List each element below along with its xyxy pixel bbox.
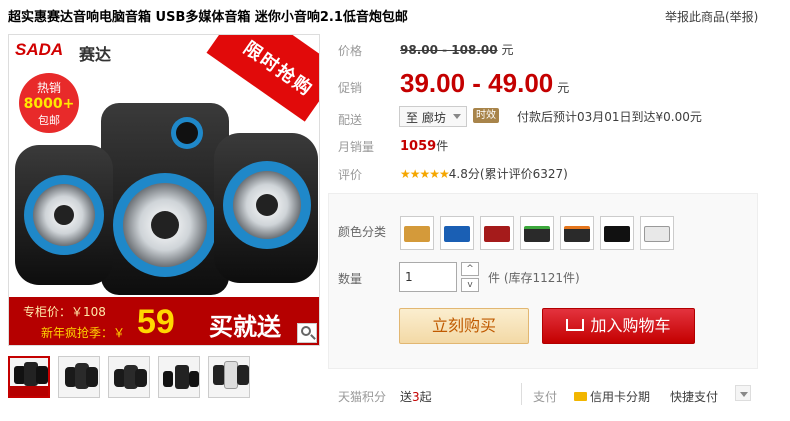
color-swatch-orange[interactable]: [560, 216, 594, 250]
thumbnail-5[interactable]: [208, 356, 250, 398]
points-value-prefix: 送: [400, 390, 413, 404]
chevron-down-icon: [740, 392, 748, 397]
brand-cn: 赛达: [79, 45, 112, 64]
thumbnail-4[interactable]: [158, 356, 200, 398]
zoom-icon[interactable]: [297, 323, 317, 343]
promo-price-value: 39.00 - 49.00: [400, 68, 554, 98]
star-rating-icon: ★★★★★: [400, 167, 450, 181]
delivery-info: 付款后预计03月01日到达¥0.00元: [517, 110, 702, 124]
color-swatch-red[interactable]: [480, 216, 514, 250]
free-ship-label: 包邮: [38, 114, 60, 127]
report-link[interactable]: 举报此商品(举报): [665, 8, 758, 25]
points-value-suffix: 起: [419, 390, 432, 404]
price-label: 价格: [338, 44, 363, 58]
monthly-sales-unit: 件: [436, 139, 449, 153]
promo-price-unit: 元: [557, 81, 570, 95]
color-swatch-black[interactable]: [600, 216, 634, 250]
main-product-image[interactable]: SADA 赛达 限时抢购 热销 8000+ 包邮 专柜价：￥108 新年疯抢季：…: [8, 34, 320, 346]
quantity-decrease-button[interactable]: v: [461, 278, 479, 292]
color-swatch-gold[interactable]: [400, 216, 434, 250]
original-price: 98.00 - 108.00 元: [400, 41, 513, 58]
monthly-sales-label: 月销量: [338, 140, 375, 154]
quantity-increase-button[interactable]: ^: [461, 262, 479, 276]
points-row: 天猫积分 送3起: [338, 388, 432, 405]
color-swatch-green[interactable]: [520, 216, 554, 250]
hot-sale-count: 8000+: [23, 96, 75, 112]
counter-price: 专柜价：￥108: [23, 305, 106, 319]
divider: [521, 383, 522, 405]
rating[interactable]: ★★★★★4.8分(累计评价6327): [400, 165, 568, 182]
monthly-sales: 1059件: [400, 137, 448, 154]
hot-sale-badge: 热销 8000+ 包邮: [19, 73, 79, 133]
thumbnail-strip: [8, 356, 250, 398]
original-price-value: 98.00 - 108.00: [400, 43, 498, 57]
thumbnail-2[interactable]: [58, 356, 100, 398]
add-to-cart-button[interactable]: 加入购物车: [542, 308, 695, 344]
delivery-location-select[interactable]: 至 廊坊: [399, 106, 467, 127]
delivery-location-value: 至 廊坊: [406, 111, 446, 125]
promo-label: 促销: [338, 81, 363, 95]
hot-sale-label: 热销: [36, 81, 61, 95]
original-price-unit: 元: [501, 43, 514, 57]
chevron-down-icon: [453, 114, 461, 119]
color-swatches: [400, 216, 674, 250]
delivery-time-badge: 时效: [473, 108, 499, 123]
rating-score: 4.8分(累计评价6327): [448, 167, 568, 181]
monthly-sales-count: 1059: [400, 139, 437, 154]
promo-price: 39.00 - 49.00 元: [400, 68, 569, 99]
cart-icon: [566, 318, 585, 331]
brand-logo: SADA: [15, 40, 64, 59]
add-to-cart-label: 加入购物车: [590, 316, 671, 335]
color-swatch-blue[interactable]: [440, 216, 474, 250]
points-value: 送3起: [400, 390, 432, 404]
credit-card-installment[interactable]: 信用卡分期: [574, 388, 650, 405]
color-swatch-white[interactable]: [640, 216, 674, 250]
credit-card-label: 信用卡分期: [590, 390, 651, 404]
product-title: 超实惠赛达音响电脑音箱 USB多媒体音箱 迷你小音响2.1低音炮包邮: [8, 10, 408, 25]
rating-label: 评价: [338, 168, 363, 182]
quick-pay[interactable]: 快捷支付: [670, 388, 718, 405]
delivery-label: 配送: [338, 113, 363, 127]
quantity-input[interactable]: 1: [399, 262, 457, 292]
big-promo-price: 59: [137, 303, 175, 341]
thumbnail-3[interactable]: [108, 356, 150, 398]
new-year-price-label: 新年疯抢季：￥: [41, 326, 126, 340]
color-label: 颜色分类: [338, 225, 387, 239]
payment-more-button[interactable]: [735, 385, 751, 401]
credit-card-icon: [574, 392, 587, 401]
quantity-label: 数量: [338, 272, 363, 286]
points-label: 天猫积分: [338, 390, 387, 404]
points-value-number: 3: [412, 390, 420, 404]
buy-now-button[interactable]: 立刻购买: [399, 308, 529, 344]
thumbnail-1[interactable]: [8, 356, 50, 398]
buy-send-text: 买就送: [209, 313, 281, 341]
stock-info: 件 (库存1121件): [488, 271, 580, 285]
pay-label: 支付: [533, 390, 558, 404]
